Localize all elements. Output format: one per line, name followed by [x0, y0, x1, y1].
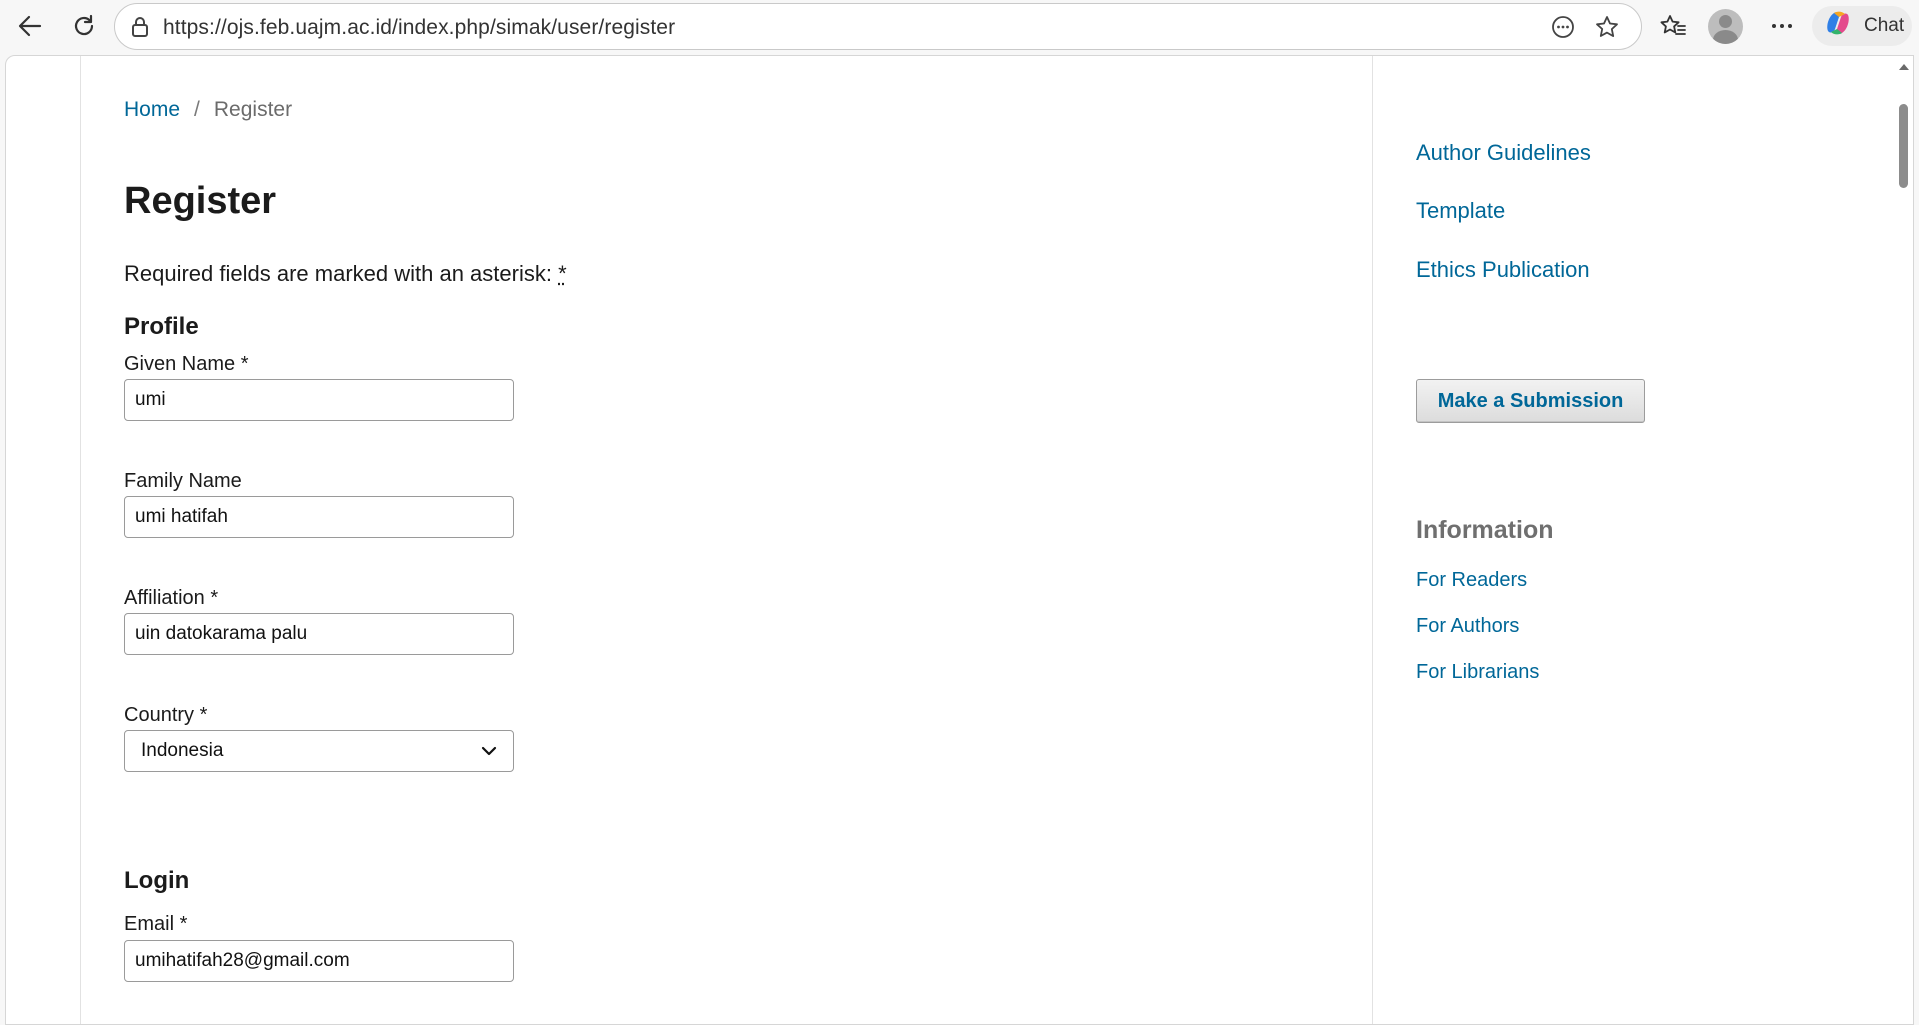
favorite-star-icon[interactable] — [1591, 12, 1623, 42]
more-options-icon[interactable] — [1762, 7, 1802, 45]
information-heading: Information — [1416, 516, 1554, 544]
sidebar-link-ethics-publication[interactable]: Ethics Publication — [1416, 257, 1590, 283]
breadcrumb-home-link[interactable]: Home — [124, 98, 180, 122]
sidebar-link-template[interactable]: Template — [1416, 198, 1505, 224]
affiliation-label: Affiliation * — [124, 587, 219, 609]
info-link-for-readers[interactable]: For Readers — [1416, 569, 1527, 592]
email-label: Email * — [124, 913, 188, 935]
given-name-label: Given Name * — [124, 353, 249, 375]
required-asterisk: * — [558, 261, 567, 286]
country-selected-value: Indonesia — [141, 740, 224, 761]
vertical-scrollbar-thumb[interactable] — [1899, 104, 1908, 188]
page-viewport: Home / Register Register Required fields… — [5, 55, 1914, 1025]
lock-icon[interactable] — [130, 16, 150, 43]
info-link-for-authors[interactable]: For Authors — [1416, 615, 1519, 638]
affiliation-input[interactable]: uin datokarama palu — [124, 613, 514, 655]
info-link-for-librarians[interactable]: For Librarians — [1416, 661, 1539, 684]
left-border-line — [80, 56, 81, 1024]
page-title: Register — [124, 180, 277, 222]
profile-avatar-icon[interactable] — [1708, 9, 1743, 44]
chat-label: Chat — [1864, 15, 1905, 36]
profile-heading: Profile — [124, 313, 199, 340]
copilot-chat-button[interactable]: Chat — [1812, 6, 1912, 46]
page-actions-icon[interactable] — [1547, 12, 1579, 42]
chevron-down-icon — [481, 740, 497, 762]
make-submission-button[interactable]: Make a Submission — [1416, 379, 1645, 423]
country-label: Country * — [124, 704, 208, 726]
country-select[interactable]: Indonesia — [124, 730, 514, 772]
required-fields-note: Required fields are marked with an aster… — [124, 261, 567, 287]
url-text[interactable]: https://ojs.feb.uajm.ac.id/index.php/sim… — [163, 16, 675, 40]
scroll-up-arrow-icon[interactable] — [1897, 59, 1911, 77]
breadcrumb-current: Register — [213, 98, 293, 121]
back-icon[interactable] — [10, 7, 50, 45]
sidebar-divider — [1372, 56, 1373, 1024]
family-name-input[interactable]: umi hatifah — [124, 496, 514, 538]
email-input[interactable]: umihatifah28@gmail.com — [124, 940, 514, 982]
family-name-label: Family Name — [124, 470, 242, 492]
breadcrumb-separator: / — [194, 98, 200, 121]
given-name-input[interactable]: umi — [124, 379, 514, 421]
refresh-icon[interactable] — [64, 7, 104, 45]
address-bar[interactable]: https://ojs.feb.uajm.ac.id/index.php/sim… — [114, 3, 1642, 50]
sidebar-link-author-guidelines[interactable]: Author Guidelines — [1416, 140, 1591, 166]
login-heading: Login — [124, 867, 190, 894]
required-note-text: Required fields are marked with an aster… — [124, 261, 552, 286]
breadcrumb: Home / Register — [124, 98, 292, 122]
favorites-icon[interactable] — [1653, 7, 1693, 45]
copilot-icon — [1822, 7, 1854, 45]
browser-toolbar: https://ojs.feb.uajm.ac.id/index.php/sim… — [0, 0, 1919, 53]
